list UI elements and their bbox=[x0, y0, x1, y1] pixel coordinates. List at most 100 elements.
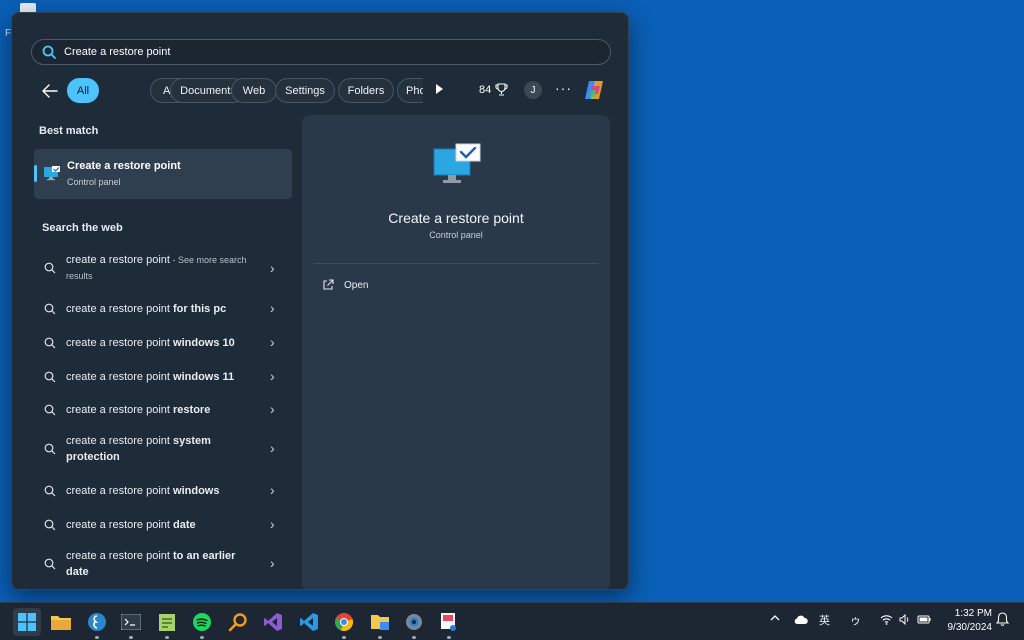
filter-chip-folders[interactable]: Folders bbox=[338, 78, 394, 103]
web-result-text: create a restore point bbox=[66, 519, 174, 531]
taskbar-notepad[interactable] bbox=[155, 610, 179, 639]
detail-subtitle: Control panel bbox=[429, 230, 483, 240]
copilot-icon[interactable] bbox=[582, 78, 606, 102]
rewards-points[interactable]: 84 bbox=[479, 83, 508, 96]
web-result-text: create a restore point bbox=[66, 550, 174, 562]
running-indicator bbox=[342, 636, 346, 639]
taskbar-visual-studio[interactable] bbox=[261, 610, 285, 634]
back-button[interactable] bbox=[40, 81, 60, 101]
search-icon bbox=[44, 337, 56, 349]
web-result-text: create a restore point bbox=[66, 435, 174, 447]
ime-language-indicator[interactable]: 英 bbox=[819, 612, 830, 628]
web-result-8[interactable]: create a restore point to an earlier dat… bbox=[32, 546, 296, 582]
rewards-points-value: 84 bbox=[479, 83, 492, 96]
windows-logo-icon bbox=[18, 613, 36, 631]
system-clock[interactable]: 1:32 PM 9/30/2024 bbox=[940, 607, 993, 635]
filter-chip-photos[interactable]: Pho bbox=[397, 78, 423, 103]
search-box[interactable] bbox=[31, 39, 611, 65]
search-icon bbox=[42, 45, 56, 59]
web-result-6[interactable]: create a restore point windows › bbox=[32, 479, 296, 503]
account-avatar[interactable]: J bbox=[524, 81, 542, 99]
quick-settings-button[interactable] bbox=[880, 614, 931, 625]
web-result-text: create a restore point bbox=[66, 337, 174, 349]
clock-time: 1:32 PM bbox=[954, 608, 992, 619]
search-icon bbox=[44, 558, 56, 570]
search-icon bbox=[44, 443, 56, 455]
running-indicator bbox=[200, 636, 204, 639]
chevron-right-icon: › bbox=[270, 516, 275, 532]
web-result-2[interactable]: create a restore point windows 10 › bbox=[32, 331, 296, 355]
notepad-icon bbox=[159, 614, 175, 631]
web-result-0[interactable]: create a restore point - See more search… bbox=[32, 250, 296, 286]
web-result-bold: restore bbox=[173, 404, 211, 416]
filter-chip-all[interactable]: All bbox=[67, 78, 99, 103]
filter-chip-web[interactable]: Web bbox=[231, 78, 277, 103]
divider bbox=[314, 263, 598, 264]
open-action-label: Open bbox=[344, 279, 369, 291]
best-match-item[interactable]: Create a restore point Control panel bbox=[34, 149, 292, 199]
chevron-right-icon: › bbox=[270, 260, 275, 276]
filter-bar: All Apps Documents Web Settings Folders … bbox=[32, 77, 622, 105]
search-icon bbox=[44, 303, 56, 315]
web-result-7[interactable]: create a restore point date › bbox=[32, 513, 296, 537]
onedrive-tray-button[interactable] bbox=[793, 615, 808, 628]
web-result-1[interactable]: create a restore point for this pc › bbox=[32, 297, 296, 321]
notifications-button[interactable] bbox=[995, 612, 1010, 629]
file-manager-icon bbox=[371, 615, 389, 630]
running-indicator bbox=[165, 636, 169, 639]
magnifier-app-icon bbox=[228, 613, 247, 632]
taskbar-chrome[interactable] bbox=[332, 610, 356, 639]
selection-indicator bbox=[34, 165, 37, 182]
web-result-5[interactable]: create a restore point system protection… bbox=[32, 431, 296, 467]
web-result-text: create a restore point bbox=[66, 371, 174, 383]
visual-studio-icon bbox=[264, 613, 282, 631]
taskbar-vscode[interactable] bbox=[297, 610, 321, 634]
web-result-bold: date bbox=[173, 519, 196, 531]
taskbar-terminal[interactable] bbox=[119, 610, 143, 639]
cloud-icon bbox=[794, 615, 808, 624]
arrow-left-icon bbox=[42, 84, 58, 98]
open-action[interactable]: Open bbox=[322, 279, 368, 291]
open-external-icon bbox=[323, 279, 334, 290]
scroll-right-button[interactable] bbox=[436, 84, 443, 94]
chevron-right-icon: › bbox=[270, 440, 275, 456]
search-input[interactable] bbox=[64, 46, 584, 58]
running-indicator bbox=[378, 636, 382, 639]
web-result-4[interactable]: create a restore point restore › bbox=[32, 398, 296, 422]
taskbar-spotify[interactable] bbox=[190, 610, 214, 639]
chevron-right-icon: › bbox=[270, 334, 275, 350]
filter-chip-settings[interactable]: Settings bbox=[275, 78, 335, 103]
show-hidden-icons-button[interactable] bbox=[770, 613, 780, 625]
running-indicator bbox=[95, 636, 99, 639]
web-result-bold: windows 11 bbox=[173, 371, 235, 383]
taskbar-file-explorer[interactable] bbox=[49, 610, 73, 634]
chevron-right-icon: › bbox=[270, 368, 275, 384]
start-button[interactable] bbox=[13, 608, 41, 636]
web-result-3[interactable]: create a restore point windows 11 › bbox=[32, 365, 296, 389]
ime-mode-indicator[interactable]: ゥ bbox=[850, 612, 861, 628]
web-result-bold: for this pc bbox=[173, 303, 227, 315]
chevron-right-icon: › bbox=[270, 300, 275, 316]
taskbar-search-tool[interactable] bbox=[226, 610, 250, 634]
taskbar-edge-dev[interactable] bbox=[85, 610, 109, 639]
search-web-heading: Search the web bbox=[42, 222, 123, 234]
detail-pane: Create a restore point Control panel Ope… bbox=[302, 115, 610, 589]
taskbar-snipping-tool[interactable] bbox=[437, 610, 461, 639]
spotify-icon bbox=[193, 613, 211, 631]
chevron-up-icon bbox=[770, 615, 780, 621]
web-result-text: create a restore point bbox=[66, 485, 174, 497]
web-result-text: create a restore point bbox=[66, 254, 170, 266]
web-result-bold: windows 10 bbox=[173, 337, 235, 349]
edge-dev-icon bbox=[88, 613, 106, 631]
web-result-text: create a restore point bbox=[66, 404, 174, 416]
terminal-icon bbox=[121, 614, 141, 630]
running-indicator bbox=[412, 636, 416, 639]
best-match-title: Create a restore point bbox=[67, 160, 181, 172]
taskbar-file-manager[interactable] bbox=[368, 610, 392, 639]
search-icon bbox=[44, 404, 56, 416]
search-icon bbox=[44, 371, 56, 383]
running-indicator bbox=[447, 636, 451, 639]
taskbar-settings[interactable] bbox=[402, 610, 426, 639]
chevron-right-icon: › bbox=[270, 401, 275, 417]
more-options-button[interactable]: ··· bbox=[555, 80, 572, 96]
